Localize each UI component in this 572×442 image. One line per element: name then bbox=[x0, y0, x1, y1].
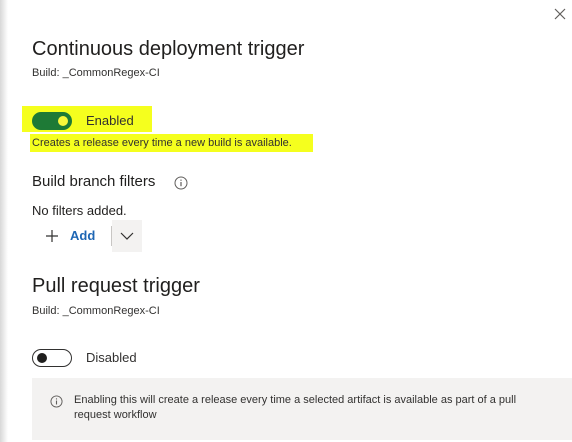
pr-info-text: Enabling this will create a release ever… bbox=[74, 394, 517, 421]
cd-toggle-label: Enabled bbox=[86, 113, 134, 128]
cd-toggle-row: Enabled bbox=[22, 108, 162, 134]
branch-filters-title: Build branch filters bbox=[32, 173, 156, 190]
info-icon bbox=[50, 395, 63, 408]
chevron-down-icon bbox=[120, 232, 134, 240]
toggle-knob bbox=[58, 116, 68, 126]
pr-trigger-title: Pull request trigger bbox=[32, 275, 200, 297]
info-icon bbox=[174, 176, 188, 190]
cd-build-label: Build: _CommonRegex-CI bbox=[32, 67, 160, 79]
close-button[interactable] bbox=[552, 6, 568, 22]
close-icon bbox=[554, 8, 566, 20]
pr-info-box: Enabling this will create a release ever… bbox=[32, 378, 572, 440]
cd-description: Creates a release every time a new build… bbox=[32, 137, 292, 149]
pr-disabled-toggle[interactable] bbox=[32, 349, 72, 367]
add-filter-label: Add bbox=[70, 228, 96, 243]
panel-shadow bbox=[0, 0, 8, 442]
branch-filters-info-button[interactable] bbox=[174, 176, 188, 190]
no-filters-text: No filters added. bbox=[32, 203, 127, 218]
plus-icon bbox=[46, 230, 58, 242]
cd-trigger-title: Continuous deployment trigger bbox=[32, 38, 305, 60]
pr-toggle-row: Disabled bbox=[22, 345, 162, 371]
add-filter-button[interactable]: Add bbox=[32, 220, 110, 252]
release-trigger-panel: Continuous deployment trigger Build: _Co… bbox=[0, 0, 572, 442]
cd-enabled-toggle[interactable] bbox=[32, 112, 72, 130]
toggle-knob bbox=[37, 353, 47, 363]
add-filter-dropdown[interactable] bbox=[112, 220, 142, 252]
pr-toggle-label: Disabled bbox=[86, 350, 137, 365]
pr-build-label: Build: _CommonRegex-CI bbox=[32, 305, 160, 317]
